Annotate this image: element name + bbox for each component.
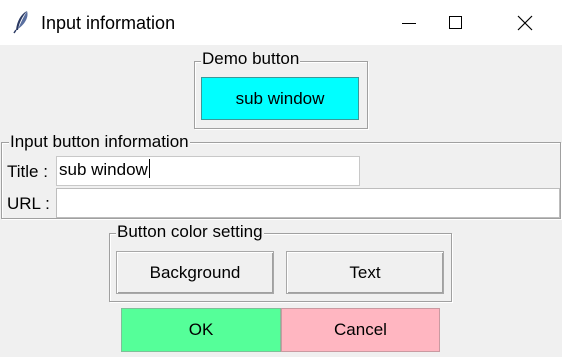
maximize-icon — [448, 16, 462, 29]
window-title: Input information — [41, 13, 176, 33]
minimize-icon — [402, 23, 416, 24]
demo-button-group: Demo button sub window — [194, 49, 368, 129]
title-input-value: sub window — [59, 160, 148, 179]
maximize-button[interactable] — [432, 0, 478, 45]
title-label: Title : — [7, 162, 48, 181]
close-icon — [517, 15, 533, 31]
close-button[interactable] — [502, 0, 548, 45]
info-group-label: Input button information — [9, 132, 190, 152]
title-input[interactable]: sub window — [56, 156, 360, 186]
url-input[interactable] — [56, 188, 560, 218]
text-cursor — [148, 159, 150, 178]
demo-group-label: Demo button — [201, 49, 301, 69]
title-bar: Input information — [0, 0, 562, 45]
sub-window-button[interactable]: sub window — [201, 77, 359, 120]
button-color-group: Button color setting Background Text — [109, 222, 452, 302]
color-group-label: Button color setting — [116, 222, 264, 242]
url-label: URL : — [7, 194, 50, 213]
feather-icon — [12, 10, 32, 34]
background-color-button[interactable]: Background — [116, 251, 274, 294]
text-color-button[interactable]: Text — [286, 251, 444, 294]
cancel-button[interactable]: Cancel — [281, 308, 440, 352]
button-info-group: Input button information Title : sub win… — [1, 132, 561, 219]
ok-button[interactable]: OK — [121, 308, 281, 352]
minimize-button[interactable] — [386, 0, 432, 45]
